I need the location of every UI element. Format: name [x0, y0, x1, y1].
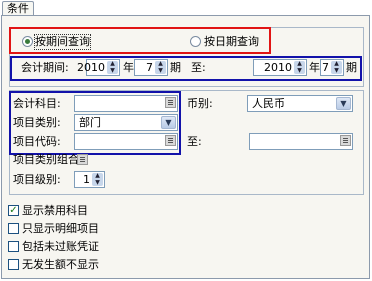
- period-unit-label: 期: [170, 61, 181, 74]
- item-code-to-browse-icon[interactable]: [340, 135, 351, 146]
- item-category-label: 项目类别:: [13, 116, 61, 129]
- year-unit-label: 年: [123, 61, 134, 74]
- account-browse-icon[interactable]: [165, 97, 176, 108]
- item-level-spinner[interactable]: 1 ▲ ▼: [74, 171, 105, 188]
- account-input[interactable]: [74, 95, 178, 112]
- spinner-arrows-icon[interactable]: ▲ ▼: [331, 61, 342, 74]
- item-code-label: 项目代码:: [13, 135, 61, 148]
- item-code-browse-icon[interactable]: [165, 135, 176, 146]
- chevron-down-icon[interactable]: ▼: [336, 97, 351, 110]
- from-period-value: 7: [146, 61, 153, 74]
- item-code-to-label: 至:: [187, 135, 202, 148]
- item-group-browse-icon[interactable]: [77, 154, 88, 165]
- option-label[interactable]: 显示禁用科目: [22, 204, 88, 218]
- radio-by-period[interactable]: [22, 36, 33, 47]
- to-year-value: 2010: [264, 61, 292, 74]
- radio-by-date[interactable]: [190, 36, 201, 47]
- tab-conditions[interactable]: 条件: [2, 1, 34, 16]
- currency-value: 人民币: [252, 97, 285, 110]
- period-to-label: 至:: [191, 61, 206, 74]
- from-year-spinner[interactable]: 2010 ▲ ▼: [77, 59, 120, 76]
- checkbox-detail-only[interactable]: [8, 223, 19, 234]
- period-label: 会计期间:: [21, 61, 69, 74]
- spinner-arrows-icon[interactable]: ▲ ▼: [107, 61, 118, 74]
- account-label: 会计科目:: [13, 97, 61, 110]
- checkbox-hide-zero[interactable]: [8, 259, 19, 270]
- item-level-value: 1: [83, 173, 90, 186]
- checkbox-show-disabled[interactable]: ✓: [8, 205, 19, 216]
- item-category-value: 部门: [79, 116, 101, 129]
- checkbox-include-unposted[interactable]: [8, 241, 19, 252]
- by-date-label[interactable]: 按日期查询: [204, 35, 259, 49]
- from-year-value: 2010: [77, 61, 105, 74]
- currency-select[interactable]: 人民币 ▼: [247, 95, 353, 112]
- to-year-spinner[interactable]: 2010 ▲ ▼: [253, 59, 307, 76]
- from-period-spinner[interactable]: 7 ▲ ▼: [134, 59, 168, 76]
- option-label[interactable]: 包括未过账凭证: [22, 240, 99, 254]
- chevron-down-icon[interactable]: ▼: [161, 116, 176, 129]
- by-period-label[interactable]: 按期间查询: [34, 34, 91, 50]
- spinner-arrows-icon[interactable]: ▲ ▼: [294, 61, 305, 74]
- radio-selected-dot: [25, 39, 30, 44]
- item-code-input[interactable]: [74, 133, 178, 150]
- spinner-arrows-icon[interactable]: ▲ ▼: [155, 61, 166, 74]
- currency-label: 币别:: [187, 97, 213, 110]
- option-label[interactable]: 无发生额不显示: [22, 258, 99, 272]
- to-year-unit-label: 年: [309, 61, 320, 74]
- item-group-label: 项目类别组合:: [13, 153, 83, 166]
- item-level-label: 项目级别:: [13, 173, 61, 186]
- option-label[interactable]: 只显示明细项目: [22, 222, 99, 236]
- to-period-unit-label: 期: [346, 61, 357, 74]
- item-code-to-input[interactable]: [249, 133, 353, 150]
- item-category-select[interactable]: 部门 ▼: [74, 114, 178, 131]
- to-period-spinner[interactable]: 7 ▲ ▼: [320, 59, 344, 76]
- spinner-arrows-icon[interactable]: ▲ ▼: [92, 173, 103, 186]
- to-period-value: 7: [322, 61, 329, 74]
